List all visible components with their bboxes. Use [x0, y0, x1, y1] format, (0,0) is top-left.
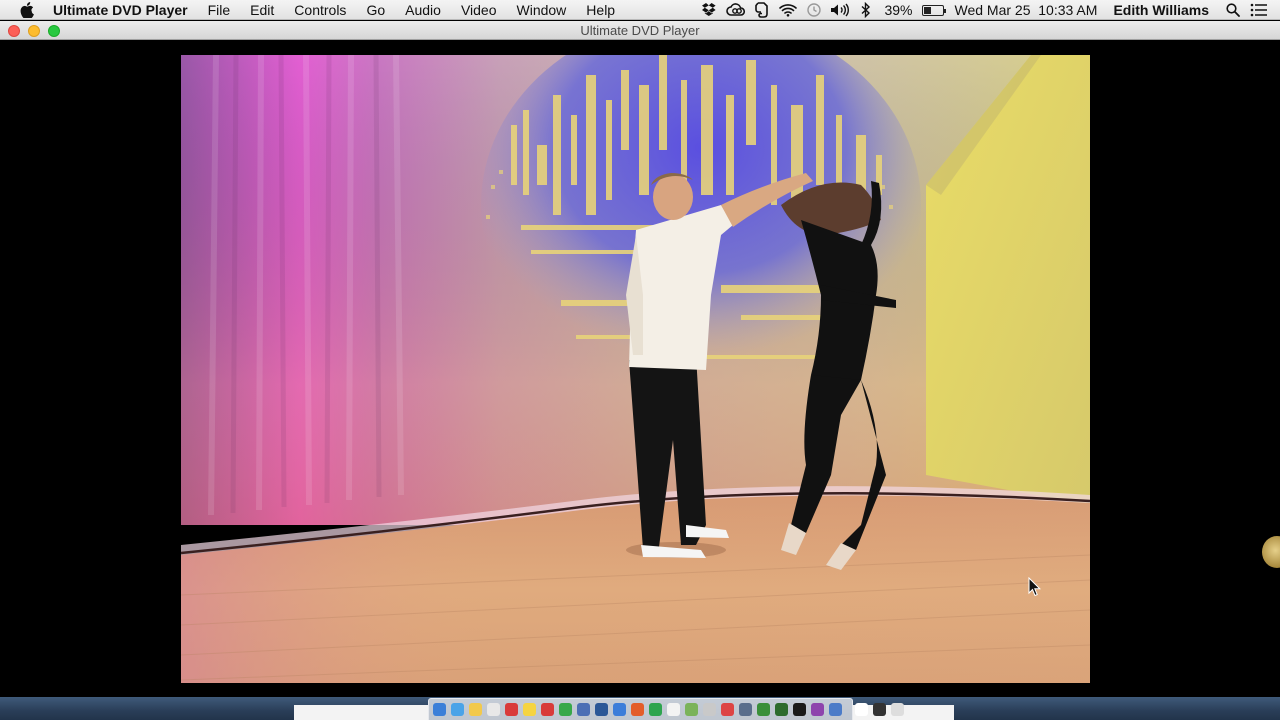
dock-app-icon[interactable]: [649, 703, 662, 716]
dock-app-icon[interactable]: [613, 703, 626, 716]
dock-app-icon[interactable]: [891, 703, 904, 716]
dock-app-icon[interactable]: [793, 703, 806, 716]
dock-app-icon[interactable]: [433, 703, 446, 716]
menu-help[interactable]: Help: [576, 0, 625, 20]
volume-icon[interactable]: [829, 0, 851, 20]
menu-edit[interactable]: Edit: [240, 0, 284, 20]
dock-app-icon[interactable]: [577, 703, 590, 716]
menu-go[interactable]: Go: [356, 0, 395, 20]
video-frame[interactable]: [181, 55, 1090, 683]
dock-app-icon[interactable]: [505, 703, 518, 716]
menu-bar: Ultimate DVD Player File Edit Controls G…: [0, 0, 1280, 20]
dock-app-icon[interactable]: [873, 703, 886, 716]
mouse-pointer-icon: [1028, 577, 1042, 597]
spotlight-icon[interactable]: [1222, 0, 1244, 20]
dock-shelf-left: [294, 705, 428, 720]
menu-audio[interactable]: Audio: [395, 0, 451, 20]
dock-app-icon[interactable]: [685, 703, 698, 716]
dock-app-icon[interactable]: [523, 703, 536, 716]
dock-app-icon[interactable]: [451, 703, 464, 716]
dock-app-icon[interactable]: [595, 703, 608, 716]
window-controls: [8, 25, 68, 37]
minimize-window-button[interactable]: [28, 25, 40, 37]
dock-app-icon[interactable]: [811, 703, 824, 716]
evernote-icon[interactable]: [751, 0, 773, 20]
zoom-window-button[interactable]: [48, 25, 60, 37]
dock-app-icon[interactable]: [703, 703, 716, 716]
dock-app-icon[interactable]: [829, 703, 842, 716]
battery-icon: [921, 4, 946, 16]
app-menu[interactable]: Ultimate DVD Player: [51, 0, 198, 20]
dock-app-icon[interactable]: [559, 703, 572, 716]
dance-video-still: [181, 55, 1090, 683]
dock-app-icon[interactable]: [541, 703, 554, 716]
dock-app-icon[interactable]: [469, 703, 482, 716]
dock-app-icon[interactable]: [739, 703, 752, 716]
menu-window[interactable]: Window: [507, 0, 577, 20]
dock: [428, 698, 904, 720]
apple-menu-icon[interactable]: [17, 0, 37, 20]
dock-app-icon[interactable]: [775, 703, 788, 716]
battery-level-fill: [923, 6, 931, 14]
dock-app-icon[interactable]: [757, 703, 770, 716]
user-name[interactable]: Edith Williams: [1108, 0, 1214, 20]
creative-cloud-icon[interactable]: [725, 0, 747, 20]
dock-app-icon[interactable]: [721, 703, 734, 716]
window-title-bar[interactable]: Ultimate DVD Player: [0, 21, 1280, 40]
close-window-button[interactable]: [8, 25, 20, 37]
clock[interactable]: Wed Mar 25 10:33 AM: [950, 0, 1103, 20]
dock-app-icon[interactable]: [487, 703, 500, 716]
dock-app-icon[interactable]: [667, 703, 680, 716]
menu-file[interactable]: File: [198, 0, 241, 20]
menu-video[interactable]: Video: [451, 0, 507, 20]
wifi-icon[interactable]: [777, 0, 799, 20]
dock-app-icon[interactable]: [631, 703, 644, 716]
time-machine-icon[interactable]: [803, 0, 825, 20]
video-playback-area[interactable]: [0, 41, 1280, 697]
window-title: Ultimate DVD Player: [580, 22, 700, 38]
battery-status[interactable]: 39%: [879, 0, 946, 20]
dropbox-icon[interactable]: [699, 0, 721, 20]
notification-center-icon[interactable]: [1248, 0, 1270, 20]
battery-percent: 39%: [884, 2, 913, 18]
menu-controls[interactable]: Controls: [284, 0, 356, 20]
bluetooth-icon[interactable]: [855, 0, 877, 20]
dock-app-icon[interactable]: [855, 703, 868, 716]
